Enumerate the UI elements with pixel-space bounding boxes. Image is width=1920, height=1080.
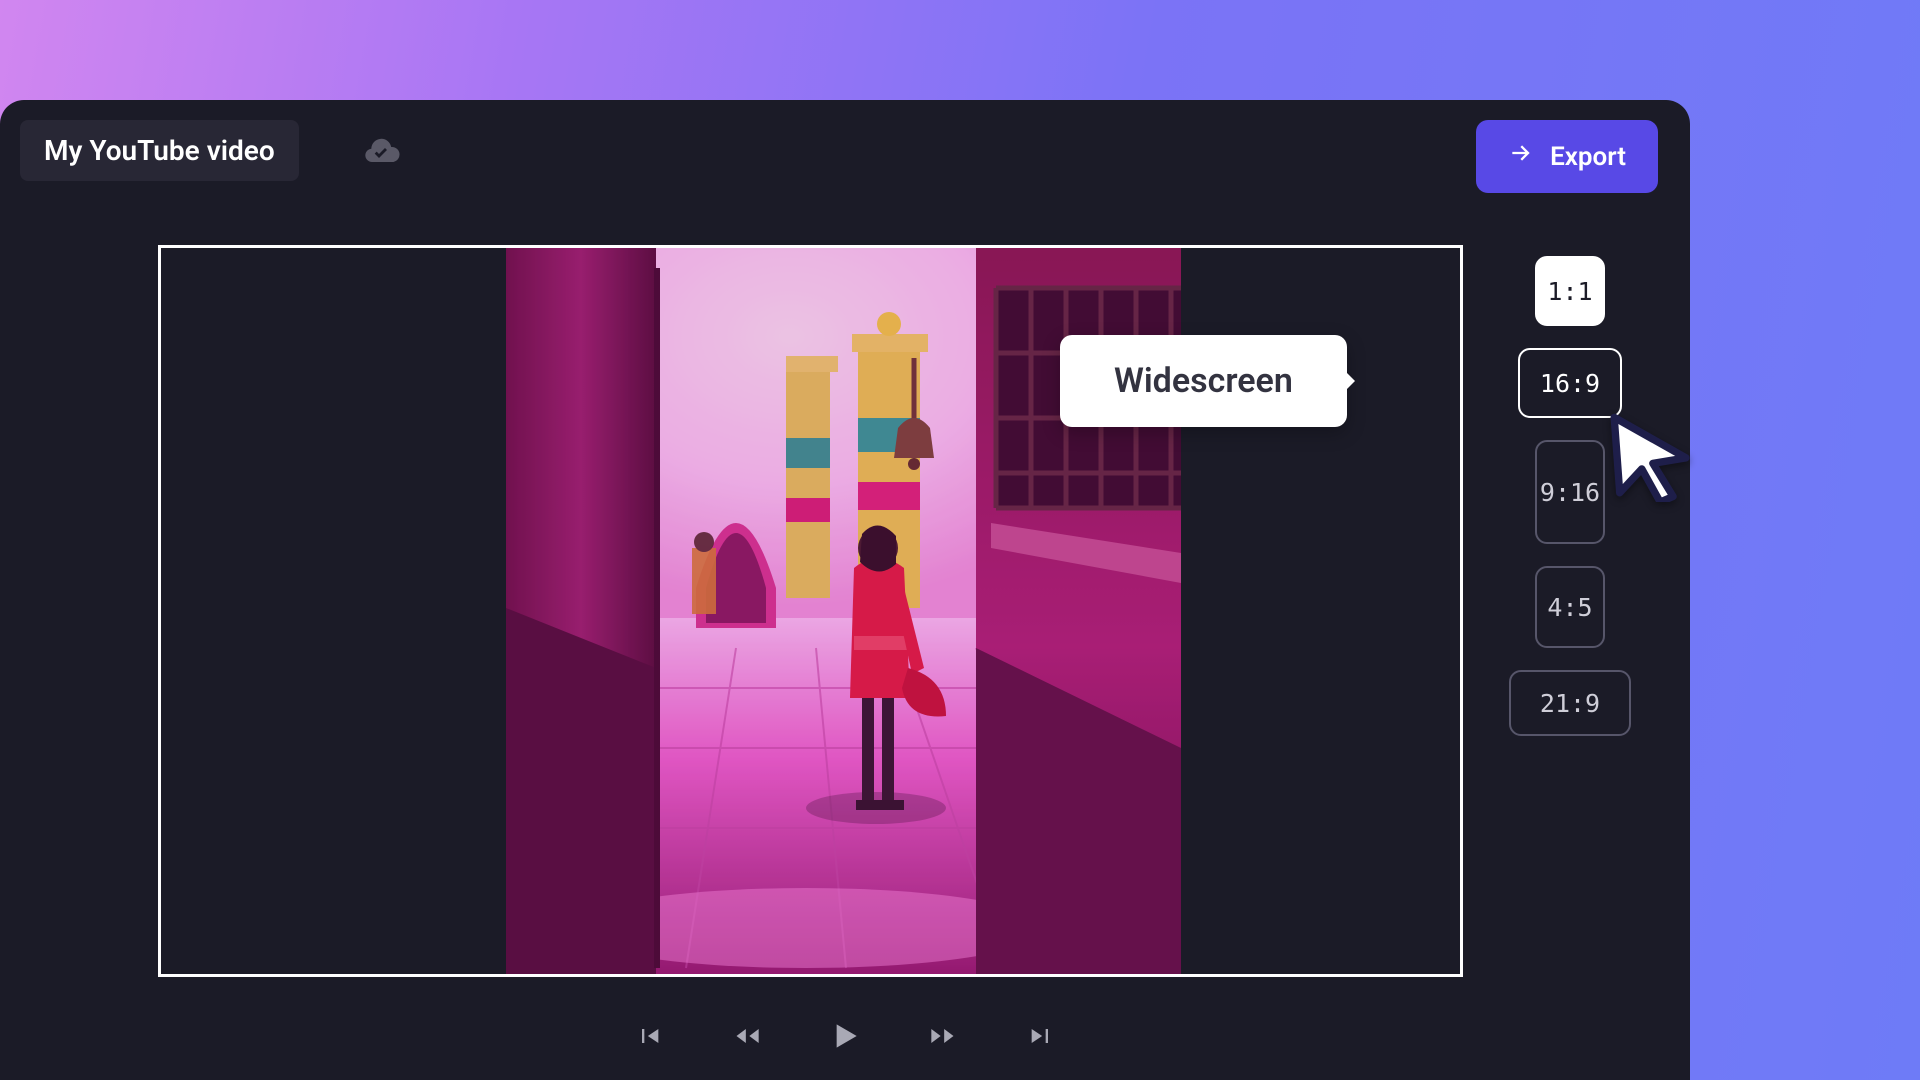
ratio-label: 4:5: [1547, 593, 1592, 622]
skip-previous-button[interactable]: [629, 1016, 669, 1056]
aspect-ratio-9-16[interactable]: 9:16: [1535, 440, 1605, 544]
fast-forward-button[interactable]: [923, 1016, 963, 1056]
aspect-ratio-4-5[interactable]: 4:5: [1535, 566, 1605, 648]
arrow-right-icon: [1508, 140, 1534, 173]
ratio-label: 16:9: [1540, 369, 1600, 398]
header-bar: My YouTube video Export: [0, 100, 1690, 192]
aspect-ratio-21-9[interactable]: 21:9: [1509, 670, 1631, 736]
play-button[interactable]: [825, 1016, 865, 1056]
mouse-cursor-icon: [1605, 410, 1697, 502]
export-label: Export: [1550, 142, 1626, 172]
aspect-ratio-16-9[interactable]: 16:9: [1518, 348, 1622, 418]
ratio-label: 21:9: [1540, 689, 1600, 718]
project-title-input[interactable]: My YouTube video: [20, 120, 299, 181]
rewind-button[interactable]: [727, 1016, 767, 1056]
cloud-synced-icon: [360, 130, 404, 174]
ratio-label: 9:16: [1540, 478, 1600, 507]
tooltip-label: Widescreen: [1114, 361, 1293, 401]
aspect-ratio-tooltip: Widescreen: [1060, 335, 1347, 427]
aspect-ratio-1-1[interactable]: 1:1: [1535, 256, 1605, 326]
export-button[interactable]: Export: [1476, 120, 1658, 193]
playback-controls: [0, 1016, 1690, 1056]
ratio-label: 1:1: [1547, 277, 1592, 306]
skip-next-button[interactable]: [1021, 1016, 1061, 1056]
video-editor-window: My YouTube video Export: [0, 100, 1690, 1080]
